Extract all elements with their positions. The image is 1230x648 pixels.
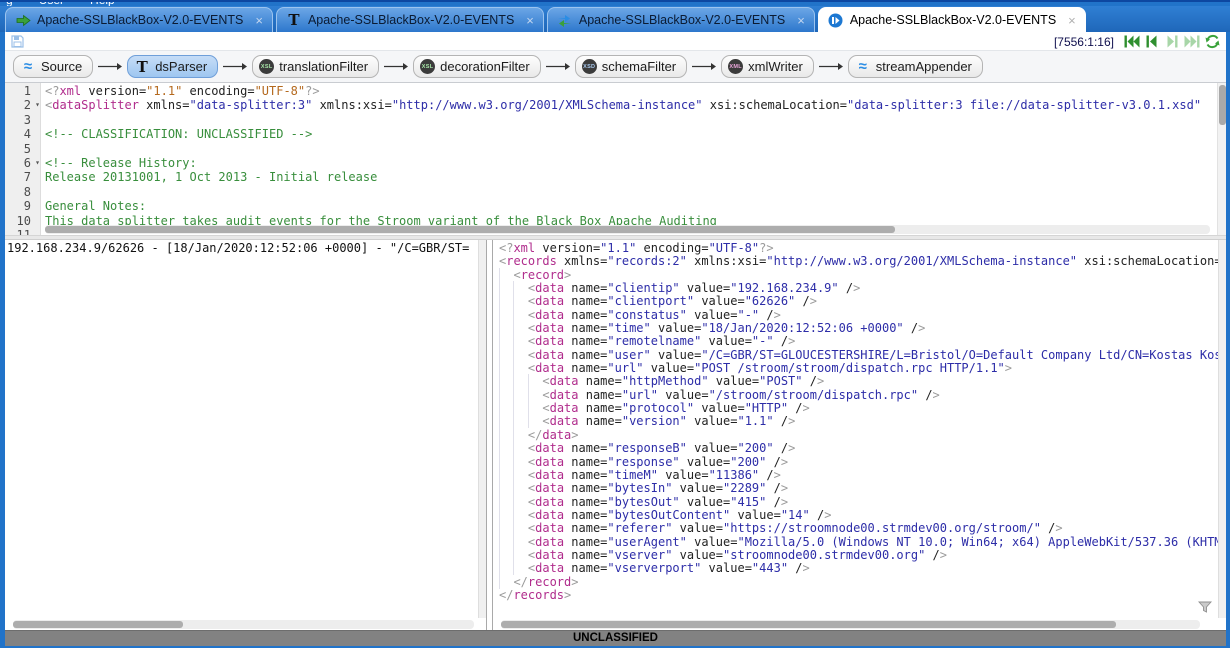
horizontal-scrollbar[interactable] bbox=[13, 620, 474, 629]
pipeline-icon bbox=[557, 12, 573, 28]
scrollbar-thumb[interactable] bbox=[13, 621, 183, 628]
stepping-toolbar: [7556:1:16] bbox=[5, 32, 1226, 50]
stepper-icon bbox=[828, 12, 844, 28]
stream-icon: ≈ bbox=[20, 59, 36, 75]
tab-label: Apache-SSLBlackBox-V2.0-EVENTS bbox=[850, 13, 1056, 27]
pipeline-element-schemafilter[interactable]: XSD schemaFilter bbox=[575, 55, 687, 78]
vertical-scrollbar[interactable] bbox=[1218, 240, 1226, 618]
text-icon: T bbox=[134, 59, 150, 75]
tab-label: Apache-SSLBlackBox-V2.0-EVENTS bbox=[308, 13, 514, 27]
line-numbers[interactable]: 12▾3456▾7891011 bbox=[5, 83, 41, 235]
data-splitter-code[interactable]: <?xml version="1.1" encoding="UTF-8"?><d… bbox=[41, 83, 1226, 235]
step-output-xml[interactable]: <?xml version="1.1" encoding="UTF-8"?><r… bbox=[493, 240, 1226, 602]
pipeline-element-decorationfilter[interactable]: XSL decorationFilter bbox=[413, 55, 541, 78]
save-icon[interactable] bbox=[9, 34, 25, 50]
xsl-icon: XSL bbox=[259, 59, 274, 74]
stroom-app-window: g User Help Apache-SSLBlackBox-V2.0-EVEN… bbox=[0, 0, 1230, 648]
pipeline-element-dsparser[interactable]: T dsParser bbox=[127, 55, 218, 78]
element-label: xmlWriter bbox=[748, 59, 803, 74]
classification-banner: UNCLASSIFIED bbox=[5, 630, 1226, 646]
scrollbar-thumb[interactable] bbox=[501, 621, 1116, 628]
scrollbar-thumb[interactable] bbox=[45, 226, 895, 233]
step-first-icon[interactable] bbox=[1124, 34, 1140, 49]
xsd-icon: XSD bbox=[582, 59, 597, 74]
refresh-icon[interactable] bbox=[1204, 34, 1220, 49]
step-last-icon[interactable] bbox=[1184, 34, 1200, 49]
close-icon[interactable]: × bbox=[526, 14, 534, 27]
close-icon[interactable]: × bbox=[1068, 14, 1076, 27]
scrollbar-thumb[interactable] bbox=[1219, 85, 1226, 125]
step-input-pane: 192.168.234.9/62626 - [18/Jan/2020:12:52… bbox=[5, 240, 486, 630]
pipeline-link-arrow bbox=[384, 62, 408, 71]
pipeline-link-arrow bbox=[98, 62, 122, 71]
pipeline-link-arrow bbox=[223, 62, 247, 71]
step-location: [7556:1:16] bbox=[1054, 35, 1114, 49]
pipeline-link-arrow bbox=[692, 62, 716, 71]
pipeline-element-translationfilter[interactable]: XSL translationFilter bbox=[252, 55, 379, 78]
tab-label: Apache-SSLBlackBox-V2.0-EVENTS bbox=[579, 13, 785, 27]
element-label: schemaFilter bbox=[602, 59, 676, 74]
element-label: streamAppender bbox=[876, 59, 972, 74]
tab-events-stepping[interactable]: Apache-SSLBlackBox-V2.0-EVENTS × bbox=[818, 7, 1086, 32]
pipeline-element-bar: ≈ Source T dsParser XSL translationFilte… bbox=[5, 50, 1226, 83]
vertical-scrollbar[interactable] bbox=[478, 240, 486, 618]
tab-events-pipeline[interactable]: Apache-SSLBlackBox-V2.0-EVENTS × bbox=[547, 7, 815, 32]
element-label: translationFilter bbox=[279, 59, 368, 74]
text-converter-icon: T bbox=[286, 12, 302, 28]
element-label: Source bbox=[41, 59, 82, 74]
filter-icon[interactable] bbox=[1198, 600, 1212, 618]
horizontal-scrollbar[interactable] bbox=[45, 225, 1210, 234]
element-label: decorationFilter bbox=[440, 59, 530, 74]
step-input-text[interactable]: 192.168.234.9/62626 - [18/Jan/2020:12:52… bbox=[5, 240, 486, 255]
horizontal-scrollbar[interactable] bbox=[501, 620, 1200, 629]
tab-label: Apache-SSLBlackBox-V2.0-EVENTS bbox=[37, 13, 243, 27]
pipeline-element-streamappender[interactable]: ≈ streamAppender bbox=[848, 55, 983, 78]
pipeline-element-source[interactable]: ≈ Source bbox=[13, 55, 93, 78]
tab-bar: Apache-SSLBlackBox-V2.0-EVENTS × T Apach… bbox=[0, 6, 1230, 32]
step-output-pane: <?xml version="1.1" encoding="UTF-8"?><r… bbox=[493, 240, 1226, 630]
xml-icon: XML bbox=[728, 59, 743, 74]
pipeline-link-arrow bbox=[546, 62, 570, 71]
data-splitter-editor: 12▾3456▾7891011 <?xml version="1.1" enco… bbox=[5, 83, 1226, 236]
close-icon[interactable]: × bbox=[797, 14, 805, 27]
stream-icon: ≈ bbox=[855, 59, 871, 75]
tab-events-textconverter[interactable]: T Apache-SSLBlackBox-V2.0-EVENTS × bbox=[276, 7, 544, 32]
vertical-splitter[interactable] bbox=[486, 240, 493, 630]
pipeline-link-arrow bbox=[819, 62, 843, 71]
step-forward-icon[interactable] bbox=[1164, 34, 1180, 49]
feed-icon bbox=[15, 12, 31, 28]
close-icon[interactable]: × bbox=[255, 14, 263, 27]
tab-events-feed[interactable]: Apache-SSLBlackBox-V2.0-EVENTS × bbox=[5, 7, 273, 32]
pipeline-element-xmlwriter[interactable]: XML xmlWriter bbox=[721, 55, 814, 78]
step-back-icon[interactable] bbox=[1144, 34, 1160, 49]
element-label: dsParser bbox=[155, 59, 207, 74]
xsl-icon: XSL bbox=[420, 59, 435, 74]
vertical-scrollbar[interactable] bbox=[1217, 83, 1226, 235]
